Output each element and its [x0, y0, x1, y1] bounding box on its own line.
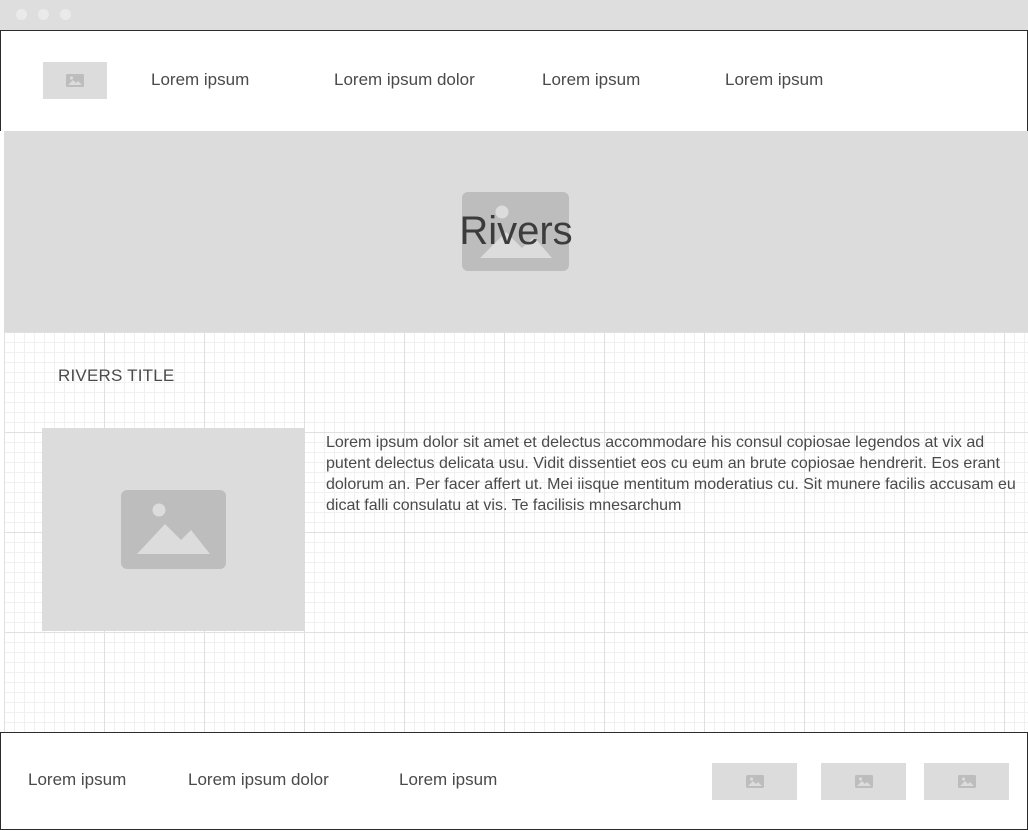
- footer-link-3[interactable]: Lorem ipsum: [399, 770, 497, 790]
- nav-link-2[interactable]: Lorem ipsum dolor: [334, 70, 475, 90]
- window-close-dot[interactable]: [16, 9, 27, 20]
- footer-image-placeholder-2[interactable]: [821, 763, 906, 800]
- image-placeholder-icon: [957, 775, 976, 788]
- site-footer: Lorem ipsum Lorem ipsum dolor Lorem ipsu…: [0, 732, 1028, 830]
- section-title: RIVERS TITLE: [58, 366, 175, 385]
- body-paragraph: Lorem ipsum dolor sit amet et delectus a…: [326, 434, 1016, 514]
- content-image-placeholder: [42, 428, 305, 631]
- image-placeholder-icon: [121, 490, 226, 569]
- nav-link-4[interactable]: Lorem ipsum: [725, 70, 823, 90]
- image-placeholder-icon: [66, 74, 84, 87]
- hero-title: Rivers: [459, 209, 573, 253]
- image-placeholder-icon: [745, 775, 764, 788]
- image-placeholder-icon: [854, 775, 873, 788]
- footer-image-placeholder-1[interactable]: [712, 763, 797, 800]
- footer-link-1[interactable]: Lorem ipsum: [28, 770, 126, 790]
- browser-title-bar: [0, 0, 1028, 31]
- window-minimize-dot[interactable]: [38, 9, 49, 20]
- site-header: Lorem ipsum Lorem ipsum dolor Lorem ipsu…: [0, 31, 1028, 131]
- nav-link-3[interactable]: Lorem ipsum: [542, 70, 640, 90]
- logo-image-placeholder[interactable]: [43, 62, 107, 99]
- browser-window: Lorem ipsum Lorem ipsum dolor Lorem ipsu…: [0, 0, 1028, 831]
- main-content: RIVERS TITLE Lorem ipsum dolor sit amet …: [4, 332, 1028, 732]
- window-maximize-dot[interactable]: [60, 9, 71, 20]
- nav-link-1[interactable]: Lorem ipsum: [151, 70, 249, 90]
- footer-link-2[interactable]: Lorem ipsum dolor: [188, 770, 329, 790]
- hero-banner: Rivers: [4, 131, 1028, 332]
- footer-image-placeholder-3[interactable]: [924, 763, 1009, 800]
